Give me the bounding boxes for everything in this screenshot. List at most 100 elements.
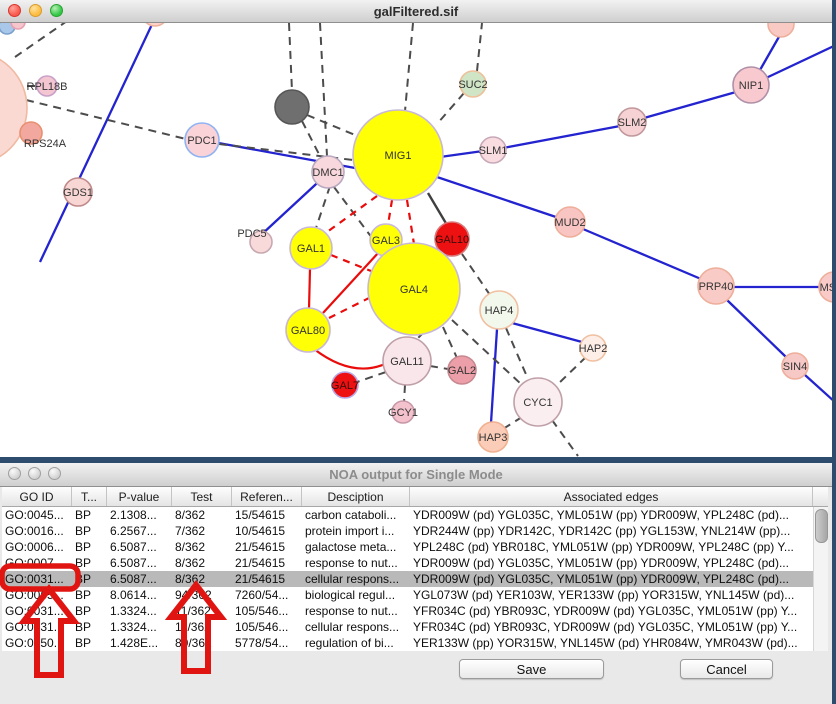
cell-description: response to nut... — [302, 603, 410, 619]
cell-type: BP — [72, 523, 107, 539]
cell-associated-edges: YDR009W (pd) YGL035C, YML051W (pp) YDR00… — [410, 507, 813, 523]
edge — [805, 375, 832, 403]
cell-go-id: GO:0016... — [2, 523, 72, 539]
node-label: HAP2 — [579, 343, 608, 355]
edge — [405, 23, 413, 111]
node-label: GAL11 — [390, 356, 423, 368]
cell-associated-edges: YFR034C (pd) YBR093C, YDR009W (pd) YGL03… — [410, 603, 813, 619]
node-label: GAL80 — [291, 325, 325, 337]
node-label: GAL10 — [435, 234, 469, 246]
node-label: SLM2 — [618, 117, 647, 129]
cell-test: 8/362 — [172, 555, 232, 571]
noa-output-window: NOA output for Single Mode GO IDT...P-va… — [0, 463, 832, 704]
cell-reference: 5778/54... — [232, 635, 302, 651]
table-row[interactable]: GO:0016...BP6.2567...7/36210/54615protei… — [2, 523, 813, 539]
edge — [503, 126, 620, 148]
edge — [477, 23, 482, 71]
edge — [512, 323, 582, 342]
cancel-button[interactable]: Cancel — [680, 659, 773, 679]
cell-description: protein import i... — [302, 523, 410, 539]
vertical-scrollbar[interactable] — [813, 507, 828, 651]
cell-p-value: 6.5087... — [107, 555, 172, 571]
node-label: PDC1 — [187, 135, 216, 147]
network-window-title: galFiltered.sif — [374, 4, 459, 19]
cell-p-value: 6.5087... — [107, 539, 172, 555]
column-header-go-id[interactable]: GO ID — [2, 487, 72, 506]
close-button-icon[interactable] — [8, 4, 21, 17]
zoom-button-icon[interactable] — [50, 4, 63, 17]
edge — [440, 151, 483, 157]
cell-go-id: GO:0045... — [2, 507, 72, 523]
node-label: RPL18B — [27, 81, 68, 93]
node-label: HAP4 — [485, 305, 514, 317]
table-row[interactable]: GO:0031...BP1.3324...11/362105/546...res… — [2, 603, 813, 619]
cell-test: 8/362 — [172, 507, 232, 523]
cell-test: 94/362 — [172, 587, 232, 603]
cell-associated-edges: YDR244W (pp) YDR142C, YDR142C (pp) YGL15… — [410, 523, 813, 539]
node-unlabeled[interactable] — [275, 90, 309, 124]
cell-type: BP — [72, 507, 107, 523]
cell-go-id: GO:0007... — [2, 555, 72, 571]
close-button-icon[interactable] — [8, 467, 21, 480]
cell-reference: 10/54615 — [232, 523, 302, 539]
column-header-test[interactable]: Test — [172, 487, 232, 506]
column-header-p-value[interactable]: P-value — [107, 487, 172, 506]
table-row[interactable]: GO:0065...BP8.0614...94/3627260/54...bio… — [2, 587, 813, 603]
network-canvas[interactable]: RPL18BRPS24AGDS1PDC1DMC1MIG1SUC2SLM1SLM2… — [0, 23, 832, 457]
edge — [557, 357, 586, 385]
minimize-button-icon[interactable] — [29, 4, 42, 17]
table-row[interactable]: GO:0045...BP2.1308...8/36215/54615carbon… — [2, 507, 813, 523]
node-label: DMC1 — [312, 167, 343, 179]
minimize-button-icon[interactable] — [28, 467, 41, 480]
edge — [289, 23, 292, 91]
network-nodes: RPL18BRPS24AGDS1PDC1DMC1MIG1SUC2SLM1SLM2… — [0, 23, 832, 452]
node-unlabeled[interactable] — [768, 23, 794, 37]
cell-associated-edges: YDR009W (pd) YGL035C, YML051W (pp) YDR00… — [410, 571, 813, 587]
cell-description: biological regul... — [302, 587, 410, 603]
cell-type: BP — [72, 587, 107, 603]
cell-type: BP — [72, 619, 107, 635]
cell-reference: 105/546... — [232, 603, 302, 619]
network-window-titlebar: galFiltered.sif — [0, 0, 832, 23]
table-row[interactable]: GO:0007...BP6.5087...8/36221/54615respon… — [2, 555, 813, 571]
edge — [506, 328, 528, 379]
cell-description: cellular respons... — [302, 571, 410, 587]
cell-go-id: GO:0065... — [2, 587, 72, 603]
column-header-associated-edges[interactable]: Associated edges — [410, 487, 813, 506]
cell-test: 8/362 — [172, 571, 232, 587]
node-label: SLM1 — [479, 145, 508, 157]
node-unlabeled[interactable] — [142, 23, 168, 26]
node-label: SIN4 — [783, 361, 807, 373]
cell-type: BP — [72, 539, 107, 555]
zoom-button-icon[interactable] — [48, 467, 61, 480]
cell-p-value: 2.1308... — [107, 507, 172, 523]
column-header-reference[interactable]: Referen... — [232, 487, 302, 506]
cell-test: 8/362 — [172, 539, 232, 555]
cell-reference: 21/54615 — [232, 539, 302, 555]
node-label: GAL7 — [331, 380, 359, 392]
node-label: GAL4 — [400, 284, 428, 296]
cell-p-value: 6.5087... — [107, 571, 172, 587]
table-row[interactable]: GO:0031...BP1.3324...11/362105/546...cel… — [2, 619, 813, 635]
scrollbar-thumb[interactable] — [815, 509, 828, 543]
cell-associated-edges: YPL248C (pd) YBR018C, YML051W (pp) YDR00… — [410, 539, 813, 555]
network-edges — [15, 23, 832, 456]
cell-test: 11/362 — [172, 603, 232, 619]
edge — [430, 366, 448, 369]
table-row[interactable]: GO:0031...BP6.5087...8/36221/54615cellul… — [2, 571, 813, 587]
column-header-type[interactable]: T... — [72, 487, 107, 506]
results-table: GO IDT...P-valueTestReferen...Desciption… — [2, 487, 828, 651]
edge — [388, 200, 392, 225]
column-header-description[interactable]: Desciption — [302, 487, 410, 506]
table-row[interactable]: GO:0050...BP1.428E...80/3625778/54...reg… — [2, 635, 813, 651]
node-label: GDS1 — [63, 187, 93, 199]
node-label: SUC2 — [458, 79, 487, 91]
cell-description: cellular respons... — [302, 619, 410, 635]
table-row[interactable]: GO:0006...BP6.5087...8/36221/54615galact… — [2, 539, 813, 555]
edge — [766, 45, 832, 78]
save-button[interactable]: Save — [459, 659, 604, 679]
network-window: galFiltered.sif RPL18BRPS24AGDS1PDC1DMC1… — [0, 0, 832, 457]
cell-type: BP — [72, 635, 107, 651]
edge — [316, 186, 330, 228]
cell-test: 80/362 — [172, 635, 232, 651]
